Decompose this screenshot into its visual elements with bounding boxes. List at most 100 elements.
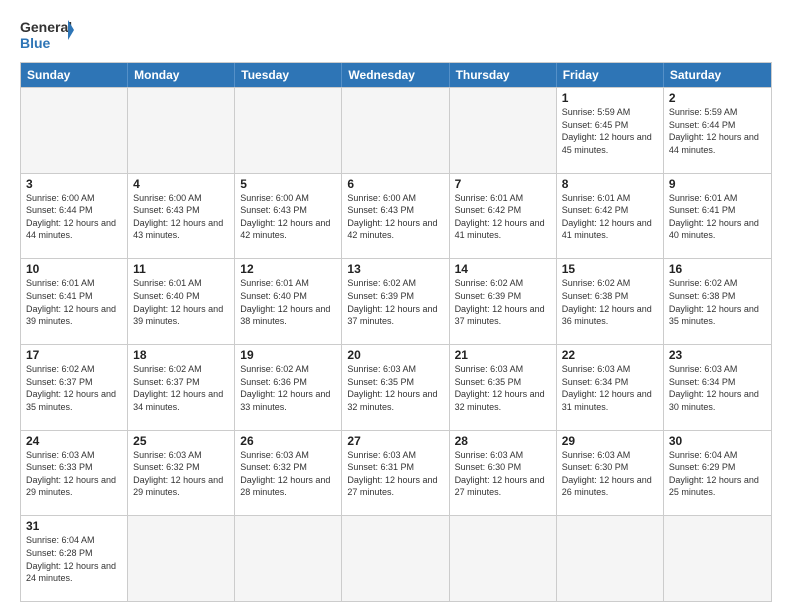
- day-info-14: Sunrise: 6:02 AM Sunset: 6:39 PM Dayligh…: [455, 277, 551, 327]
- week-row-4: 17Sunrise: 6:02 AM Sunset: 6:37 PM Dayli…: [21, 344, 771, 430]
- header-day-friday: Friday: [557, 63, 664, 87]
- day-number-28: 28: [455, 434, 551, 448]
- day-number-5: 5: [240, 177, 336, 191]
- day-number-1: 1: [562, 91, 658, 105]
- day-info-24: Sunrise: 6:03 AM Sunset: 6:33 PM Dayligh…: [26, 449, 122, 499]
- day-info-20: Sunrise: 6:03 AM Sunset: 6:35 PM Dayligh…: [347, 363, 443, 413]
- day-cell-12: 12Sunrise: 6:01 AM Sunset: 6:40 PM Dayli…: [235, 259, 342, 344]
- day-number-7: 7: [455, 177, 551, 191]
- day-info-11: Sunrise: 6:01 AM Sunset: 6:40 PM Dayligh…: [133, 277, 229, 327]
- day-cell-22: 22Sunrise: 6:03 AM Sunset: 6:34 PM Dayli…: [557, 345, 664, 430]
- calendar-header: SundayMondayTuesdayWednesdayThursdayFrid…: [21, 63, 771, 87]
- day-number-17: 17: [26, 348, 122, 362]
- day-number-20: 20: [347, 348, 443, 362]
- day-number-27: 27: [347, 434, 443, 448]
- header-day-monday: Monday: [128, 63, 235, 87]
- header-day-thursday: Thursday: [450, 63, 557, 87]
- day-number-31: 31: [26, 519, 122, 533]
- day-info-28: Sunrise: 6:03 AM Sunset: 6:30 PM Dayligh…: [455, 449, 551, 499]
- day-number-30: 30: [669, 434, 766, 448]
- week-row-2: 3Sunrise: 6:00 AM Sunset: 6:44 PM Daylig…: [21, 173, 771, 259]
- day-cell-9: 9Sunrise: 6:01 AM Sunset: 6:41 PM Daylig…: [664, 174, 771, 259]
- day-info-23: Sunrise: 6:03 AM Sunset: 6:34 PM Dayligh…: [669, 363, 766, 413]
- day-info-29: Sunrise: 6:03 AM Sunset: 6:30 PM Dayligh…: [562, 449, 658, 499]
- day-number-23: 23: [669, 348, 766, 362]
- week-row-3: 10Sunrise: 6:01 AM Sunset: 6:41 PM Dayli…: [21, 258, 771, 344]
- day-number-14: 14: [455, 262, 551, 276]
- day-cell-31: 31Sunrise: 6:04 AM Sunset: 6:28 PM Dayli…: [21, 516, 128, 601]
- day-number-29: 29: [562, 434, 658, 448]
- day-cell-23: 23Sunrise: 6:03 AM Sunset: 6:34 PM Dayli…: [664, 345, 771, 430]
- day-info-31: Sunrise: 6:04 AM Sunset: 6:28 PM Dayligh…: [26, 534, 122, 584]
- day-info-17: Sunrise: 6:02 AM Sunset: 6:37 PM Dayligh…: [26, 363, 122, 413]
- day-info-15: Sunrise: 6:02 AM Sunset: 6:38 PM Dayligh…: [562, 277, 658, 327]
- day-cell-27: 27Sunrise: 6:03 AM Sunset: 6:31 PM Dayli…: [342, 431, 449, 516]
- day-number-3: 3: [26, 177, 122, 191]
- day-number-21: 21: [455, 348, 551, 362]
- day-number-4: 4: [133, 177, 229, 191]
- day-info-1: Sunrise: 5:59 AM Sunset: 6:45 PM Dayligh…: [562, 106, 658, 156]
- day-cell-24: 24Sunrise: 6:03 AM Sunset: 6:33 PM Dayli…: [21, 431, 128, 516]
- day-cell-20: 20Sunrise: 6:03 AM Sunset: 6:35 PM Dayli…: [342, 345, 449, 430]
- day-info-6: Sunrise: 6:00 AM Sunset: 6:43 PM Dayligh…: [347, 192, 443, 242]
- day-info-13: Sunrise: 6:02 AM Sunset: 6:39 PM Dayligh…: [347, 277, 443, 327]
- day-info-5: Sunrise: 6:00 AM Sunset: 6:43 PM Dayligh…: [240, 192, 336, 242]
- header-day-wednesday: Wednesday: [342, 63, 449, 87]
- day-info-22: Sunrise: 6:03 AM Sunset: 6:34 PM Dayligh…: [562, 363, 658, 413]
- day-cell-13: 13Sunrise: 6:02 AM Sunset: 6:39 PM Dayli…: [342, 259, 449, 344]
- week-row-1: 1Sunrise: 5:59 AM Sunset: 6:45 PM Daylig…: [21, 87, 771, 173]
- empty-cell-0-2: [235, 88, 342, 173]
- day-info-2: Sunrise: 5:59 AM Sunset: 6:44 PM Dayligh…: [669, 106, 766, 156]
- day-cell-7: 7Sunrise: 6:01 AM Sunset: 6:42 PM Daylig…: [450, 174, 557, 259]
- empty-cell-5-5: [557, 516, 664, 601]
- day-number-26: 26: [240, 434, 336, 448]
- day-cell-1: 1Sunrise: 5:59 AM Sunset: 6:45 PM Daylig…: [557, 88, 664, 173]
- page: General Blue SundayMondayTuesdayWednesda…: [0, 0, 792, 612]
- day-info-26: Sunrise: 6:03 AM Sunset: 6:32 PM Dayligh…: [240, 449, 336, 499]
- header-day-saturday: Saturday: [664, 63, 771, 87]
- day-number-2: 2: [669, 91, 766, 105]
- week-row-5: 24Sunrise: 6:03 AM Sunset: 6:33 PM Dayli…: [21, 430, 771, 516]
- svg-text:Blue: Blue: [20, 35, 51, 51]
- day-number-22: 22: [562, 348, 658, 362]
- day-number-9: 9: [669, 177, 766, 191]
- day-cell-16: 16Sunrise: 6:02 AM Sunset: 6:38 PM Dayli…: [664, 259, 771, 344]
- day-cell-18: 18Sunrise: 6:02 AM Sunset: 6:37 PM Dayli…: [128, 345, 235, 430]
- day-cell-10: 10Sunrise: 6:01 AM Sunset: 6:41 PM Dayli…: [21, 259, 128, 344]
- day-number-24: 24: [26, 434, 122, 448]
- day-info-30: Sunrise: 6:04 AM Sunset: 6:29 PM Dayligh…: [669, 449, 766, 499]
- day-cell-15: 15Sunrise: 6:02 AM Sunset: 6:38 PM Dayli…: [557, 259, 664, 344]
- day-info-27: Sunrise: 6:03 AM Sunset: 6:31 PM Dayligh…: [347, 449, 443, 499]
- logo: General Blue: [20, 16, 74, 54]
- calendar-body: 1Sunrise: 5:59 AM Sunset: 6:45 PM Daylig…: [21, 87, 771, 601]
- empty-cell-5-1: [128, 516, 235, 601]
- day-number-16: 16: [669, 262, 766, 276]
- header: General Blue: [20, 16, 772, 54]
- day-info-3: Sunrise: 6:00 AM Sunset: 6:44 PM Dayligh…: [26, 192, 122, 242]
- header-day-sunday: Sunday: [21, 63, 128, 87]
- day-cell-25: 25Sunrise: 6:03 AM Sunset: 6:32 PM Dayli…: [128, 431, 235, 516]
- week-row-6: 31Sunrise: 6:04 AM Sunset: 6:28 PM Dayli…: [21, 515, 771, 601]
- day-cell-26: 26Sunrise: 6:03 AM Sunset: 6:32 PM Dayli…: [235, 431, 342, 516]
- day-cell-2: 2Sunrise: 5:59 AM Sunset: 6:44 PM Daylig…: [664, 88, 771, 173]
- day-info-19: Sunrise: 6:02 AM Sunset: 6:36 PM Dayligh…: [240, 363, 336, 413]
- empty-cell-0-0: [21, 88, 128, 173]
- day-cell-21: 21Sunrise: 6:03 AM Sunset: 6:35 PM Dayli…: [450, 345, 557, 430]
- day-number-8: 8: [562, 177, 658, 191]
- day-cell-19: 19Sunrise: 6:02 AM Sunset: 6:36 PM Dayli…: [235, 345, 342, 430]
- day-info-18: Sunrise: 6:02 AM Sunset: 6:37 PM Dayligh…: [133, 363, 229, 413]
- empty-cell-0-1: [128, 88, 235, 173]
- day-number-12: 12: [240, 262, 336, 276]
- day-info-8: Sunrise: 6:01 AM Sunset: 6:42 PM Dayligh…: [562, 192, 658, 242]
- day-number-19: 19: [240, 348, 336, 362]
- day-number-13: 13: [347, 262, 443, 276]
- empty-cell-5-3: [342, 516, 449, 601]
- day-info-16: Sunrise: 6:02 AM Sunset: 6:38 PM Dayligh…: [669, 277, 766, 327]
- svg-text:General: General: [20, 19, 72, 35]
- day-cell-30: 30Sunrise: 6:04 AM Sunset: 6:29 PM Dayli…: [664, 431, 771, 516]
- day-number-11: 11: [133, 262, 229, 276]
- header-day-tuesday: Tuesday: [235, 63, 342, 87]
- empty-cell-5-6: [664, 516, 771, 601]
- day-cell-3: 3Sunrise: 6:00 AM Sunset: 6:44 PM Daylig…: [21, 174, 128, 259]
- day-cell-11: 11Sunrise: 6:01 AM Sunset: 6:40 PM Dayli…: [128, 259, 235, 344]
